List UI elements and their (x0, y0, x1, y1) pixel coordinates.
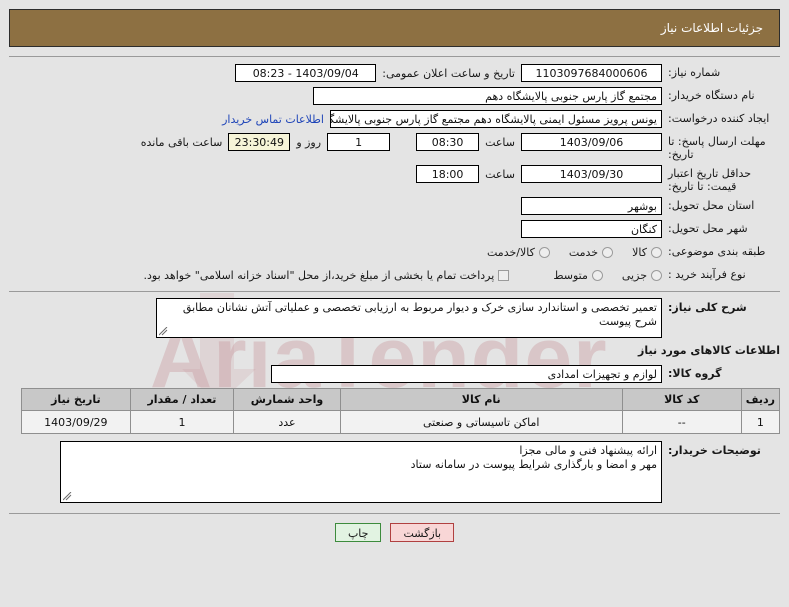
process-type-option-motavaset[interactable]: متوسط (553, 269, 603, 282)
page-root: جزئیات اطلاعات نیاز شماره نیاز: 11030976… (0, 9, 789, 542)
cell-row-no: 1 (740, 410, 781, 434)
row-buyer-notes: توضیحات خریدار: ارائه پیشنهاد فنی و مالی… (9, 441, 780, 503)
cell-code: -- (621, 410, 742, 434)
process-type-option-label: جزیی (621, 268, 647, 282)
classification-radio-group: کالا خدمت کالا/خدمت (473, 246, 662, 259)
process-type-label: نوع فرآیند خرید : (668, 268, 746, 281)
row-need-number: شماره نیاز: 1103097684000606 تاریخ و ساع… (9, 63, 780, 83)
page-title-bar: جزئیات اطلاعات نیاز (9, 9, 780, 47)
price-validity-date[interactable]: 1403/09/30 (521, 165, 662, 183)
answer-deadline-time[interactable]: 08:30 (416, 133, 480, 151)
column-header-need-date: تاریخ نیاز (21, 388, 131, 411)
need-description-textarea[interactable]: تعمیر تخصصی و استاندارد سازی خرک و دیوار… (156, 298, 662, 338)
goods-group-value[interactable]: لوازم و تجهیزات امدادی (271, 365, 662, 383)
resize-grip-icon[interactable] (63, 492, 72, 501)
column-header-code: کد کالا (621, 388, 742, 411)
remaining-days-value: 1 (327, 133, 391, 151)
province-value[interactable]: بوشهر (521, 197, 662, 215)
process-type-radio-group: جزیی متوسط (539, 269, 662, 282)
print-button[interactable]: چاپ (334, 523, 382, 542)
back-button[interactable]: بازگشت (390, 523, 455, 542)
goods-section-heading: اطلاعات کالاهای مورد نیاز (638, 344, 780, 357)
price-validity-time[interactable]: 18:00 (416, 165, 480, 183)
row-province: استان محل تحویل: بوشهر (9, 196, 780, 216)
answer-deadline-date[interactable]: 1403/09/06 (521, 133, 662, 151)
cell-quantity: 1 (129, 410, 235, 434)
price-validity-label: حداقل تاریخ اعتبار قیمت: تا تاریخ: (668, 167, 752, 193)
row-price-validity: حداقل تاریخ اعتبار قیمت: تا تاریخ: 1403/… (9, 164, 780, 193)
treasury-checkbox-item[interactable]: پرداخت تمام یا بخشی از مبلغ خرید،از محل … (144, 269, 510, 282)
public-announce-label: تاریخ و ساعت اعلان عمومی: (382, 66, 515, 80)
price-validity-hour-label: ساعت (485, 167, 515, 181)
row-buyer-org: نام دستگاه خریدار: مجتمع گاز پارس جنوبی … (9, 86, 780, 106)
column-header-row-no: ردیف (740, 388, 781, 411)
need-info-panel: شماره نیاز: 1103097684000606 تاریخ و ساع… (9, 56, 781, 542)
city-label: شهر محل تحویل: (668, 222, 748, 235)
row-need-description: شرح کلی نیاز: تعمیر تخصصی و استاندارد سا… (9, 298, 780, 338)
classification-option-label: کالا (632, 245, 647, 259)
buyer-notes-line2: مهر و امضا و بارگذاری شرایط پیوست در سام… (410, 458, 657, 471)
radio-icon[interactable] (591, 269, 603, 281)
buyer-notes-line1: ارائه پیشنهاد فنی و مالی مجزا (519, 444, 657, 457)
classification-option-label: خدمت (568, 245, 599, 259)
classification-option-kala[interactable]: کالا (632, 246, 662, 259)
radio-icon[interactable] (651, 246, 662, 258)
table-header-row: ردیف کد کالا نام کالا واحد شمارش تعداد /… (21, 388, 781, 411)
cell-unit: عدد (233, 410, 341, 434)
buyer-org-value[interactable]: مجتمع گاز پارس جنوبی پالایشگاه دهم (313, 87, 662, 105)
checkbox-icon[interactable] (498, 269, 510, 281)
row-goods-heading: اطلاعات کالاهای مورد نیاز (9, 341, 780, 361)
classification-label: طبقه بندی موضوعی: (668, 245, 766, 258)
creator-label: ایجاد کننده درخواست: (668, 112, 770, 125)
row-city: شهر محل تحویل: کنگان (9, 219, 780, 239)
process-type-option-label: متوسط (553, 268, 588, 282)
column-header-quantity: تعداد / مقدار (129, 388, 235, 411)
column-header-name: نام کالا (339, 388, 623, 411)
radio-icon[interactable] (602, 246, 614, 258)
city-value[interactable]: کنگان (521, 220, 662, 238)
buyer-notes-textarea[interactable]: ارائه پیشنهاد فنی و مالی مجزا مهر و امضا… (60, 441, 662, 503)
divider-above-description (9, 291, 780, 292)
cell-need-date: 1403/09/29 (21, 410, 131, 434)
need-description-text: تعمیر تخصصی و استاندارد سازی خرک و دیوار… (182, 301, 657, 328)
row-process-type: نوع فرآیند خرید : جزیی متوسط پرداخت تمام… (9, 265, 780, 285)
radio-icon[interactable] (538, 246, 550, 258)
footer-actions: بازگشت چاپ (9, 513, 780, 542)
cell-name: اماکن تاسیساتی و صنعتی (339, 410, 623, 434)
creator-value[interactable]: یونس پرویز مسئول ایمنی پالایشگاه دهم مجت… (330, 110, 662, 128)
buyer-org-label: نام دستگاه خریدار: (668, 89, 755, 102)
column-header-unit: واحد شمارش (233, 388, 341, 411)
remaining-time-suffix: ساعت باقی مانده (140, 135, 223, 149)
answer-deadline-hour-label: ساعت (485, 135, 515, 149)
row-goods-group: گروه کالا: لوازم و تجهیزات امدادی (9, 364, 780, 384)
buyer-contact-link[interactable]: اطلاعات تماس خریدار (222, 113, 324, 126)
page-title: جزئیات اطلاعات نیاز (660, 21, 763, 35)
answer-deadline-label: مهلت ارسال پاسخ: تا تاریخ: (668, 135, 766, 161)
row-answer-deadline: مهلت ارسال پاسخ: تا تاریخ: 1403/09/06 سا… (9, 132, 780, 161)
remaining-time-counter: 23:30:49 (228, 133, 291, 151)
remaining-days-label: روز و (296, 135, 322, 149)
goods-table: ردیف کد کالا نام کالا واحد شمارش تعداد /… (21, 388, 781, 434)
goods-group-label: گروه کالا: (668, 367, 722, 380)
table-row: 1 -- اماکن تاسیساتی و صنعتی عدد 1 1403/0… (21, 410, 781, 434)
treasury-checkbox-label: پرداخت تمام یا بخشی از مبلغ خرید،از محل … (143, 268, 495, 282)
public-announce-value[interactable]: 1403/09/04 - 08:23 (235, 64, 377, 82)
row-creator: ایجاد کننده درخواست: یونس پرویز مسئول ای… (9, 109, 780, 129)
process-type-option-jozii[interactable]: جزیی (622, 269, 662, 282)
radio-icon[interactable] (651, 269, 662, 281)
need-number-value[interactable]: 1103097684000606 (521, 64, 662, 82)
province-label: استان محل تحویل: (668, 199, 755, 212)
classification-option-kala-khedmat[interactable]: کالا/خدمت (487, 246, 550, 259)
row-classification: طبقه بندی موضوعی: کالا خدمت کالا/خدمت (9, 242, 780, 262)
resize-grip-icon[interactable] (159, 327, 168, 336)
need-number-label: شماره نیاز: (668, 66, 721, 79)
need-description-label: شرح کلی نیاز: (668, 301, 747, 314)
classification-option-label: کالا/خدمت (487, 245, 535, 259)
buyer-notes-label: توضیحات خریدار: (668, 444, 761, 457)
classification-option-khedmat[interactable]: خدمت (568, 245, 614, 259)
